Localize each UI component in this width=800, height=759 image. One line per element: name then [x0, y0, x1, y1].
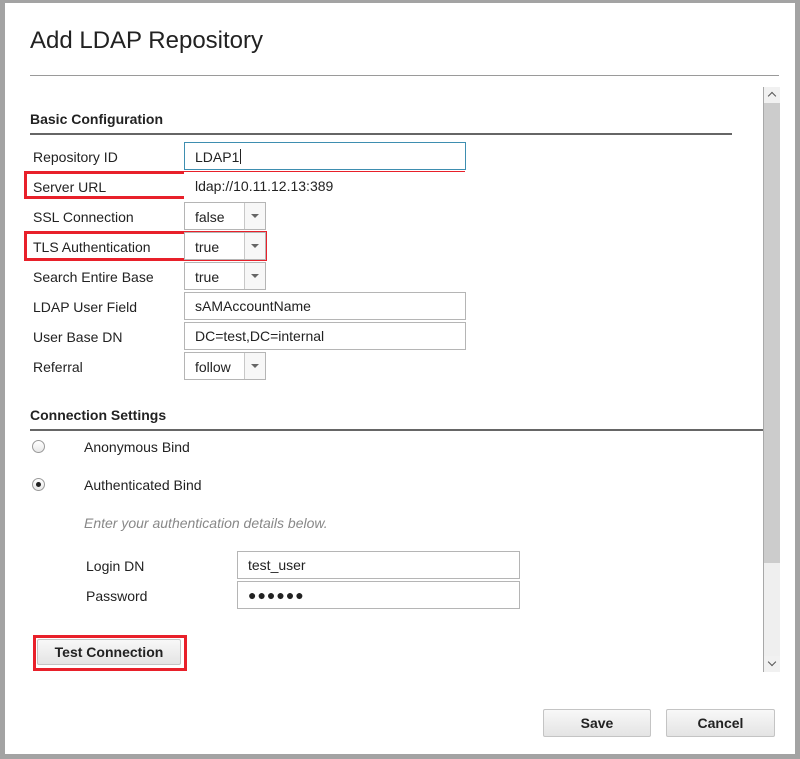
scroll-down-icon[interactable]: [764, 656, 780, 672]
repository-id-value: LDAP1: [195, 149, 240, 165]
text-caret: [240, 149, 242, 164]
server-url-input[interactable]: ldap://10.11.12.13:389: [184, 172, 466, 200]
repository-id-input[interactable]: LDAP1: [184, 142, 466, 170]
chevron-down-icon[interactable]: [244, 263, 265, 289]
referral-select[interactable]: follow: [184, 352, 266, 380]
chevron-down-icon[interactable]: [244, 353, 265, 379]
title-divider: [30, 75, 779, 76]
referral-label: Referral: [33, 359, 83, 375]
ssl-connection-value: false: [195, 209, 225, 225]
repository-id-label: Repository ID: [33, 149, 118, 165]
ssl-connection-select[interactable]: false: [184, 202, 266, 230]
ldap-user-field-input[interactable]: sAMAccountName: [184, 292, 466, 320]
authentication-hint: Enter your authentication details below.: [84, 515, 328, 531]
referral-value: follow: [195, 359, 231, 375]
ssl-connection-label: SSL Connection: [33, 209, 134, 225]
section-title-connection-settings: Connection Settings: [30, 407, 167, 423]
search-entire-base-select[interactable]: true: [184, 262, 266, 290]
search-entire-base-value: true: [195, 269, 220, 285]
password-input[interactable]: ●●●●●●: [237, 581, 520, 609]
search-entire-base-label: Search Entire Base: [33, 269, 154, 285]
tls-authentication-value: true: [195, 239, 220, 255]
user-base-dn-label: User Base DN: [33, 329, 123, 345]
test-connection-button[interactable]: Test Connection: [37, 639, 181, 665]
user-base-dn-input[interactable]: DC=test,DC=internal: [184, 322, 466, 350]
save-button[interactable]: Save: [543, 709, 651, 737]
tls-authentication-select[interactable]: true: [184, 232, 266, 260]
scrollbar-thumb[interactable]: [764, 103, 780, 563]
anonymous-bind-label[interactable]: Anonymous Bind: [84, 439, 190, 455]
chevron-down-icon[interactable]: [244, 203, 265, 229]
cancel-button[interactable]: Cancel: [666, 709, 775, 737]
login-dn-input[interactable]: test_user: [237, 551, 520, 579]
add-ldap-repository-dialog: Add LDAP Repository Basic Configuration …: [0, 0, 800, 759]
vertical-scrollbar[interactable]: [763, 87, 780, 672]
dialog-title: Add LDAP Repository: [30, 27, 264, 54]
authenticated-bind-label[interactable]: Authenticated Bind: [84, 477, 202, 493]
dialog-scroll-content: Basic Configuration Repository ID LDAP1 …: [5, 87, 780, 672]
anonymous-bind-radio[interactable]: [32, 440, 45, 453]
chevron-down-icon[interactable]: [244, 233, 265, 259]
section-title-basic-configuration: Basic Configuration: [30, 111, 164, 127]
authenticated-bind-radio[interactable]: [32, 478, 45, 491]
section-divider-basic: [30, 133, 732, 135]
login-dn-label: Login DN: [86, 558, 145, 574]
server-url-label: Server URL: [33, 179, 107, 195]
tls-authentication-label: TLS Authentication: [33, 239, 151, 255]
password-label: Password: [86, 588, 148, 604]
ldap-user-field-label: LDAP User Field: [33, 299, 138, 315]
scroll-up-icon[interactable]: [764, 87, 780, 103]
section-divider-connection: [30, 429, 763, 431]
